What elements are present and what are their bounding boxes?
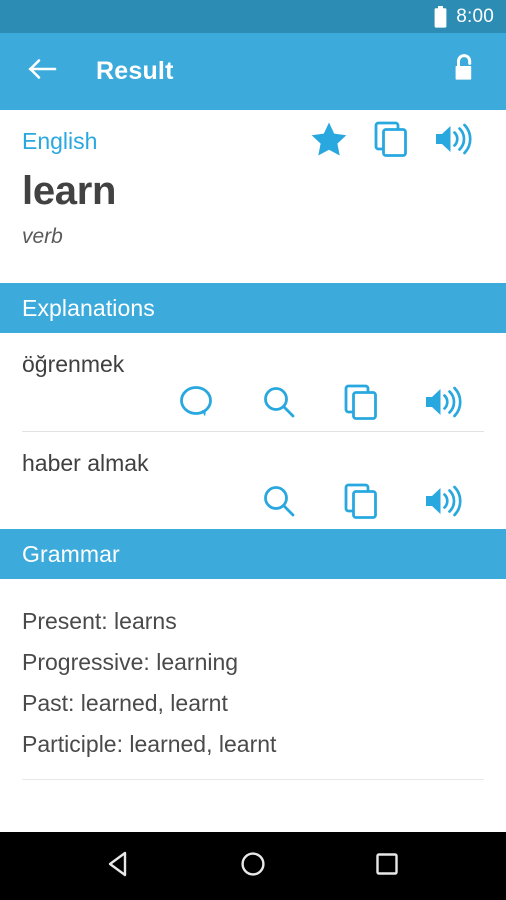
search-icon <box>261 384 297 425</box>
copy-button[interactable] <box>320 477 402 529</box>
section-title: Grammar <box>22 540 120 567</box>
android-nav-bar <box>0 832 506 900</box>
list-item[interactable]: haber almak <box>0 432 506 530</box>
favorite-star-icon <box>310 121 348 162</box>
copy-button[interactable] <box>360 121 422 162</box>
app-bar: Result <box>0 33 506 110</box>
copy-icon <box>344 483 378 524</box>
nav-back-button[interactable] <box>91 838 147 894</box>
favorite-button[interactable] <box>298 121 360 162</box>
grammar-list: Present: learns Progressive: learning Pa… <box>0 579 506 765</box>
pronounce-button[interactable] <box>402 477 484 529</box>
copy-button[interactable] <box>320 379 402 431</box>
word-block-spacer <box>0 249 506 283</box>
explanation-action-bar <box>22 477 484 529</box>
back-button[interactable] <box>26 55 60 89</box>
lock-open-icon <box>450 52 480 91</box>
search-button[interactable] <box>238 379 320 431</box>
explanation-text: haber almak <box>22 449 149 476</box>
speaker-icon <box>423 484 463 523</box>
pronounce-button[interactable] <box>402 379 484 431</box>
app-screen: 8:00 Result English learn verb Explanati… <box>0 0 506 900</box>
list-item[interactable]: öğrenmek <box>0 333 506 431</box>
comment-button[interactable] <box>156 379 238 431</box>
explanations-list: öğrenmek haber almak <box>0 333 506 529</box>
copy-icon <box>374 121 408 162</box>
grammar-line: Progressive: learning <box>22 649 239 676</box>
page-title: Result <box>96 57 174 85</box>
word-header: English learn verb <box>0 110 506 249</box>
search-icon <box>261 483 297 524</box>
comment-icon <box>178 384 216 425</box>
speaker-icon <box>423 385 463 424</box>
word-language-label: English <box>22 127 98 154</box>
word-action-bar <box>298 110 484 172</box>
pronounce-button[interactable] <box>422 122 484 161</box>
explanation-action-bar <box>22 379 484 431</box>
word-part-of-speech: verb <box>22 225 63 248</box>
nav-home-circle-icon <box>239 850 267 883</box>
grammar-line: Present: learns <box>22 608 177 635</box>
word-term: learn <box>22 169 117 213</box>
grammar-line: Participle: learned, learnt <box>22 731 277 758</box>
grammar-line: Past: learned, learnt <box>22 690 228 717</box>
section-header-grammar: Grammar <box>0 529 506 580</box>
copy-icon <box>344 384 378 425</box>
speaker-icon <box>433 122 473 161</box>
arrow-left-icon <box>28 57 58 86</box>
battery-full-icon <box>434 5 447 28</box>
nav-home-button[interactable] <box>225 838 281 894</box>
lock-toggle-button[interactable] <box>446 52 484 92</box>
section-header-explanations: Explanations <box>0 283 506 333</box>
nav-back-triangle-icon <box>106 850 132 883</box>
search-button[interactable] <box>238 477 320 529</box>
nav-recents-square-icon <box>374 851 400 882</box>
explanation-text: öğrenmek <box>22 351 125 377</box>
nav-recents-button[interactable] <box>359 838 415 894</box>
status-bar: 8:00 <box>0 0 506 33</box>
grammar-divider <box>22 779 484 781</box>
status-bar-clock: 8:00 <box>456 5 494 27</box>
section-title: Explanations <box>22 294 155 321</box>
